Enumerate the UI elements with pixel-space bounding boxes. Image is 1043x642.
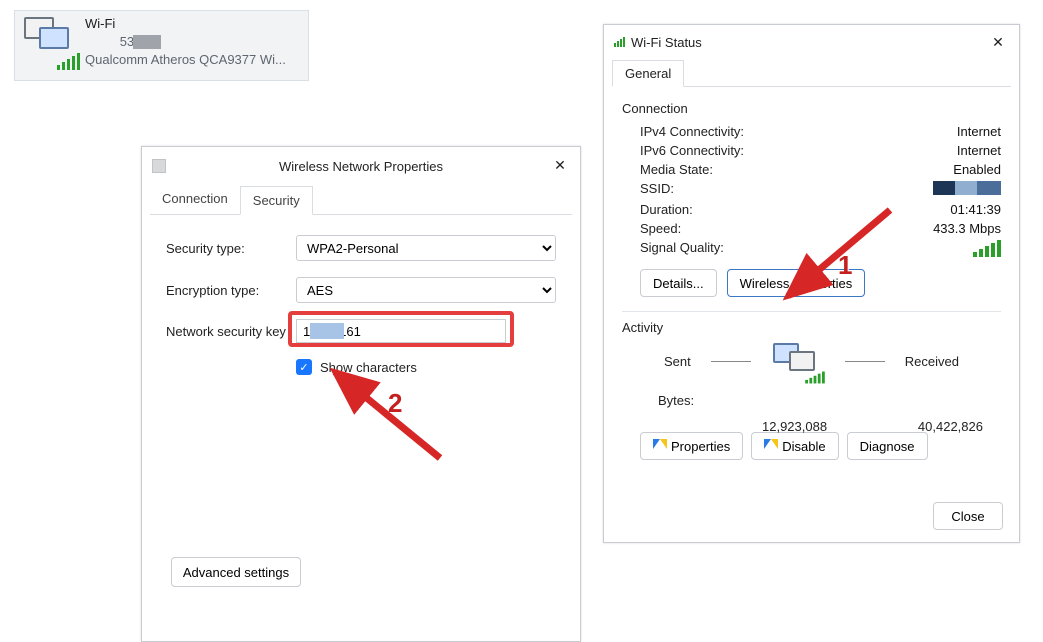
ipv4-label: IPv4 Connectivity: — [640, 124, 744, 139]
tab-security[interactable]: Security — [240, 186, 313, 215]
dialog-title: Wireless Network Properties — [142, 159, 580, 174]
wifi-status-dialog: Wi-Fi Status ✕ General Connection IPv4 C… — [603, 24, 1020, 543]
show-characters-checkbox[interactable]: ✓ — [296, 359, 312, 375]
ssid-label: SSID: — [640, 181, 674, 198]
connection-group: Connection — [622, 101, 1001, 116]
shield-icon — [653, 439, 667, 453]
ipv6-label: IPv6 Connectivity: — [640, 143, 744, 158]
properties-button[interactable]: Properties — [640, 432, 743, 460]
network-key-label: Network security key — [166, 324, 296, 339]
duration-label: Duration: — [640, 202, 693, 217]
adapter-ssid: XXXX534 — [85, 33, 286, 51]
tab-connection[interactable]: Connection — [150, 185, 240, 214]
activity-icon — [771, 341, 825, 381]
wireless-properties-button[interactable]: Wireless Properties — [727, 269, 866, 297]
sent-label: Sent — [664, 354, 691, 369]
received-label: Received — [905, 354, 959, 369]
redacted-block — [133, 35, 161, 49]
close-icon[interactable]: ✕ — [987, 31, 1009, 53]
diagnose-button[interactable]: Diagnose — [847, 432, 928, 460]
dialog-titlebar[interactable]: Wi-Fi Status ✕ — [604, 25, 1019, 59]
signal-quality-value — [973, 240, 1001, 257]
activity-group: Activity — [622, 320, 1001, 335]
duration-value: 01:41:39 — [950, 202, 1001, 217]
encryption-type-select[interactable]: AES — [296, 277, 556, 303]
speed-label: Speed: — [640, 221, 681, 236]
media-state-label: Media State: — [640, 162, 713, 177]
dialog-titlebar[interactable]: Wireless Network Properties ✕ — [142, 147, 580, 185]
security-type-label: Security type: — [166, 241, 296, 256]
signal-icon — [614, 37, 625, 47]
media-state-value: Enabled — [953, 162, 1001, 177]
details-button[interactable]: Details... — [640, 269, 717, 297]
signal-quality-label: Signal Quality: — [640, 240, 724, 257]
bytes-label: Bytes: — [658, 393, 694, 408]
adapter-device: Qualcomm Atheros QCA9377 Wi... — [85, 51, 286, 69]
shield-icon — [764, 439, 778, 453]
disable-button[interactable]: Disable — [751, 432, 838, 460]
speed-value: 433.3 Mbps — [933, 221, 1001, 236]
tab-general[interactable]: General — [612, 60, 684, 87]
show-characters-label: Show characters — [320, 360, 417, 375]
adapter-name: Wi-Fi — [85, 15, 286, 33]
ipv6-value: Internet — [957, 143, 1001, 158]
ssid-value — [933, 181, 1001, 198]
encryption-type-label: Encryption type: — [166, 283, 296, 298]
tabs: Connection Security — [150, 185, 572, 215]
network-adapter-icon — [21, 15, 77, 71]
advanced-settings-button[interactable]: Advanced settings — [171, 557, 301, 587]
redacted-block — [310, 323, 344, 339]
bytes-sent-value: 12,923,088 — [762, 419, 827, 434]
close-icon[interactable]: ✕ — [548, 153, 572, 177]
wireless-properties-dialog: Wireless Network Properties ✕ Connection… — [141, 146, 581, 642]
security-type-select[interactable]: WPA2-Personal — [296, 235, 556, 261]
ipv4-value: Internet — [957, 124, 1001, 139]
tabs: General — [612, 59, 1011, 87]
close-button[interactable]: Close — [933, 502, 1003, 530]
adapter-text: Wi-Fi XXXX534 Qualcomm Atheros QCA9377 W… — [85, 15, 286, 69]
bytes-received-value: 40,422,826 — [918, 419, 983, 434]
wifi-adapter-tile[interactable]: Wi-Fi XXXX534 Qualcomm Atheros QCA9377 W… — [14, 10, 309, 81]
dialog-title: Wi-Fi Status — [631, 35, 702, 50]
